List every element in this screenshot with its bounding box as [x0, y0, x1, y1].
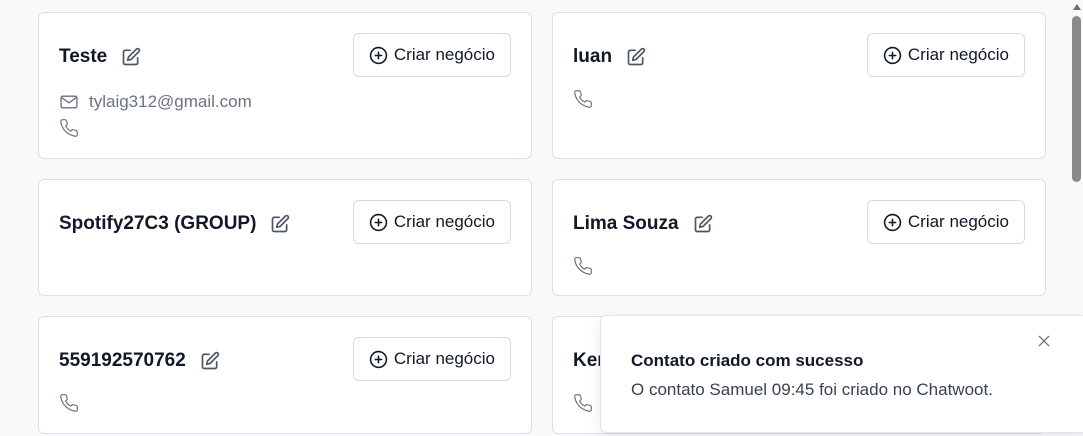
scroll-thumb[interactable] [1072, 16, 1081, 182]
scroll-up-arrow[interactable] [1073, 4, 1081, 10]
phone-icon [573, 89, 593, 109]
plus-circle-icon [883, 213, 902, 232]
plus-circle-icon [883, 46, 902, 65]
contact-name: Spotify27C3 (GROUP) [59, 213, 290, 235]
close-icon[interactable] [1036, 333, 1052, 349]
contact-phone [573, 256, 593, 276]
toast-message: O contato Samuel 09:45 foi criado no Cha… [631, 380, 993, 399]
mail-icon [59, 92, 79, 112]
create-deal-button[interactable]: Criar negócio [866, 200, 1025, 244]
contact-phone [59, 118, 79, 138]
contact-card: luan Criar negócio [552, 12, 1046, 159]
contact-card: Teste Criar negócio tylaig312@gmail.com [38, 12, 532, 159]
contact-phone [573, 393, 593, 413]
phone-icon [573, 256, 593, 276]
contact-name: Teste [59, 46, 141, 68]
contact-name: luan [573, 46, 646, 68]
plus-circle-icon [369, 213, 388, 232]
contact-name-text: luan [573, 46, 613, 67]
success-toast: Contato criado com sucesso O contato Sam… [600, 315, 1083, 433]
edit-icon[interactable] [200, 351, 220, 371]
contact-phone [573, 89, 593, 109]
contact-email: tylaig312@gmail.com [59, 92, 252, 112]
plus-circle-icon [369, 46, 388, 65]
contact-name-text: Lima Souza [573, 213, 679, 234]
create-deal-label: Criar negócio [907, 45, 1009, 64]
contact-name-text: 559192570762 [59, 350, 186, 371]
create-deal-label: Criar negócio [393, 45, 495, 64]
edit-icon[interactable] [270, 214, 290, 234]
create-deal-button[interactable]: Criar negócio [866, 33, 1025, 77]
phone-icon [573, 393, 593, 413]
contact-card: Spotify27C3 (GROUP) Criar negócio [38, 179, 532, 296]
toast-title: Contato criado com sucesso [631, 351, 864, 370]
contact-name-text: Teste [59, 46, 108, 67]
create-deal-button[interactable]: Criar negócio [352, 337, 511, 381]
create-deal-label: Criar negócio [907, 212, 1009, 231]
contact-card: 559192570762 Criar negócio [38, 316, 532, 434]
plus-circle-icon [369, 350, 388, 369]
phone-icon [59, 118, 79, 138]
contact-name: Lima Souza [573, 213, 713, 235]
edit-icon[interactable] [121, 47, 141, 67]
create-deal-label: Criar negócio [393, 212, 495, 231]
contact-phone [59, 393, 79, 413]
create-deal-button[interactable]: Criar negócio [352, 200, 511, 244]
phone-icon [59, 393, 79, 413]
contact-email-text: tylaig312@gmail.com [89, 92, 252, 111]
contact-name-text: Spotify27C3 (GROUP) [59, 213, 257, 234]
edit-icon[interactable] [693, 214, 713, 234]
create-deal-button[interactable]: Criar negócio [352, 33, 511, 77]
contact-name: 559192570762 [59, 350, 220, 372]
contact-card: Lima Souza Criar negócio [552, 179, 1046, 296]
edit-icon[interactable] [626, 47, 646, 67]
create-deal-label: Criar negócio [393, 349, 495, 368]
